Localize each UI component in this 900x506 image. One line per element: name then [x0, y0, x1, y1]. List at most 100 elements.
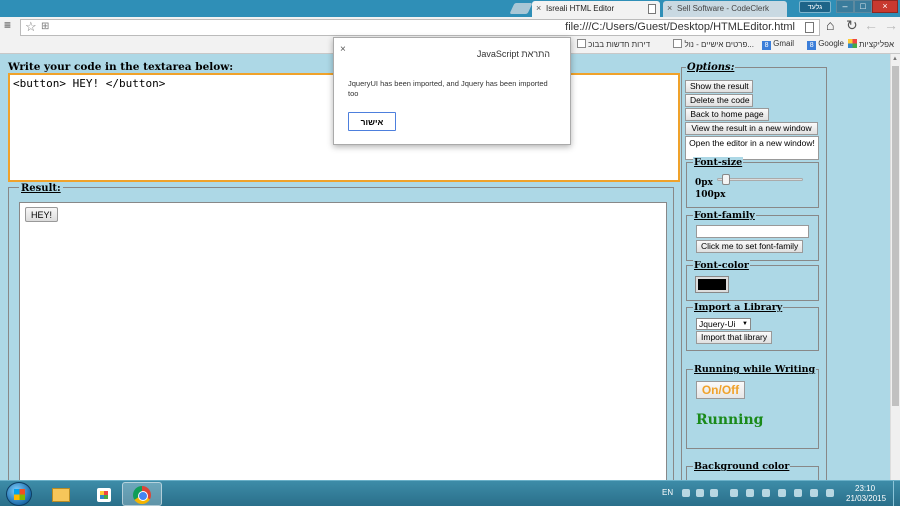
- clock-date[interactable]: 21/03/2015: [846, 494, 886, 503]
- address-bar[interactable]: ☆ ⊞ file:///C:/Users/Guest/Desktop/HTMLE…: [20, 19, 820, 36]
- page-icon: [805, 22, 814, 33]
- flag-icon[interactable]: [794, 489, 802, 497]
- page-icon: [673, 39, 683, 48]
- network-icon[interactable]: [778, 489, 786, 497]
- running-status: Running: [696, 412, 764, 428]
- battery-icon[interactable]: [826, 489, 834, 497]
- result-frame: HEY!: [19, 202, 667, 480]
- windows-taskbar: EN 23:10 21/03/2015: [0, 480, 900, 506]
- browser-toolbar: ≡ ☆ ⊞ file:///C:/Users/Guest/Desktop/HTM…: [0, 17, 900, 37]
- bookmark-new-apartments[interactable]: דירות חדשות בבוכ: [577, 39, 650, 49]
- page-icon: [577, 39, 587, 48]
- star-icon[interactable]: ☆: [25, 19, 37, 35]
- minimize-button[interactable]: –: [836, 0, 854, 13]
- library-select[interactable]: Jquery-Ui ▼: [696, 318, 751, 330]
- back-home-button[interactable]: Back to home page: [685, 108, 769, 121]
- new-tab-button[interactable]: [509, 3, 533, 14]
- profile-button[interactable]: גלעד: [799, 1, 831, 13]
- tab-sell-software[interactable]: × Sell Software - CodeClerk: [663, 1, 787, 17]
- import-library-legend: Import a Library: [693, 302, 784, 313]
- browser-titlebar: × Isreali HTML Editor × Sell Software - …: [0, 0, 900, 17]
- show-desktop-button[interactable]: [893, 481, 900, 506]
- taskbar-chrome[interactable]: [122, 482, 162, 506]
- page-action-icon[interactable]: ⊞: [41, 21, 49, 32]
- alert-message: JqueryUI has been imported, and Jquery h…: [348, 79, 548, 98]
- start-button[interactable]: [6, 482, 32, 506]
- chevron-down-icon: ▼: [742, 321, 748, 327]
- tab-close-icon[interactable]: ×: [667, 1, 672, 16]
- delete-code-button[interactable]: Delete the code: [685, 94, 753, 107]
- font-color-legend: Font-color: [693, 260, 750, 271]
- import-library-button[interactable]: Import that library: [696, 331, 773, 344]
- running-legend: Running while Writing: [693, 364, 817, 375]
- options-fieldset: Options: Show the result Delete the code…: [681, 62, 827, 480]
- font-size-legend: Font-size: [693, 157, 744, 168]
- javascript-alert-dialog: התראת JavaScript × JqueryUI has been imp…: [333, 37, 571, 145]
- menu-icon[interactable]: ≡: [4, 18, 11, 32]
- tray-icon[interactable]: [746, 489, 754, 497]
- tab-close-icon[interactable]: ×: [536, 1, 541, 16]
- font-size-slider[interactable]: [717, 178, 803, 181]
- close-icon[interactable]: ×: [340, 44, 346, 55]
- tab-title: Sell Software - CodeClerk: [677, 4, 770, 13]
- alert-ok-button[interactable]: אישור: [348, 112, 396, 131]
- back-icon[interactable]: →: [884, 17, 898, 33]
- show-result-button[interactable]: Show the result: [685, 80, 753, 93]
- options-legend: Options:: [686, 62, 736, 73]
- alert-title: התראת JavaScript: [476, 49, 550, 59]
- font-size-fieldset: Font-size 0px 100px: [686, 157, 819, 208]
- volume-icon[interactable]: [730, 489, 738, 497]
- hey-button[interactable]: HEY!: [25, 207, 59, 222]
- reload-icon[interactable]: ↻: [846, 17, 858, 34]
- url-text: file:///C:/Users/Guest/Desktop/HTMLEdito…: [565, 21, 795, 33]
- folder-icon: [52, 488, 70, 502]
- font-color-picker[interactable]: [695, 276, 729, 293]
- running-while-writing-fieldset: Running while Writing On/Off Running: [686, 364, 819, 449]
- font-size-min-label: 0px: [695, 178, 713, 188]
- scroll-up-icon[interactable]: ▲: [892, 56, 898, 62]
- maximize-button[interactable]: □: [854, 0, 872, 13]
- google-icon: 8: [762, 41, 772, 50]
- scrollbar-thumb[interactable]: [892, 66, 899, 406]
- close-window-button[interactable]: ×: [872, 0, 898, 13]
- bookmark-google[interactable]: 8 Google: [807, 39, 844, 50]
- home-icon[interactable]: ⌂: [826, 17, 834, 33]
- page-scrollbar[interactable]: ▲: [890, 54, 900, 480]
- result-fieldset: Result: HEY!: [8, 183, 674, 480]
- language-indicator[interactable]: EN: [662, 488, 673, 497]
- font-color-fieldset: Font-color: [686, 260, 819, 301]
- taskbar-apps[interactable]: [84, 482, 124, 506]
- running-toggle-button[interactable]: On/Off: [696, 381, 745, 399]
- tab-isreali-html-editor[interactable]: × Isreali HTML Editor: [532, 1, 660, 17]
- font-family-fieldset: Font-family Click me to set font-family: [686, 210, 819, 261]
- bookmark-gmail[interactable]: 8 Gmail: [762, 39, 794, 50]
- forward-icon[interactable]: ←: [864, 17, 878, 33]
- chrome-icon: [133, 486, 151, 504]
- bookmark-apps[interactable]: אפליקציות: [848, 39, 894, 49]
- page-icon: [648, 4, 656, 14]
- apps-grid-icon: [848, 39, 858, 48]
- windows-logo-icon: [14, 489, 25, 500]
- tab-title: Isreali HTML Editor: [546, 4, 615, 13]
- import-library-fieldset: Import a Library Jquery-Ui ▼ Import that…: [686, 302, 819, 351]
- view-result-new-window-button[interactable]: View the result in a new window: [685, 122, 818, 135]
- tray-icon[interactable]: [682, 489, 690, 497]
- tray-icon[interactable]: [710, 489, 718, 497]
- bookmark-personal-details[interactable]: פרטים אישיים - נול...: [673, 39, 754, 49]
- bluetooth-icon[interactable]: [762, 489, 770, 497]
- font-size-max-label: 100px: [695, 190, 726, 200]
- library-select-value: Jquery-Ui: [699, 319, 736, 329]
- power-icon[interactable]: [810, 489, 818, 497]
- google-icon: 8: [807, 41, 817, 50]
- clock-time[interactable]: 23:10: [855, 484, 875, 493]
- background-color-legend: Background color: [693, 461, 791, 472]
- set-font-family-button[interactable]: Click me to set font-family: [696, 240, 804, 253]
- code-label: Write your code in the textarea below:: [8, 61, 234, 73]
- result-legend: Result:: [19, 183, 63, 194]
- font-size-slider-handle[interactable]: [721, 174, 730, 185]
- apps-grid-icon: [97, 488, 111, 502]
- font-family-legend: Font-family: [693, 210, 756, 221]
- font-family-input[interactable]: [696, 225, 809, 238]
- tray-icon[interactable]: [696, 489, 704, 497]
- taskbar-file-explorer[interactable]: [40, 482, 80, 506]
